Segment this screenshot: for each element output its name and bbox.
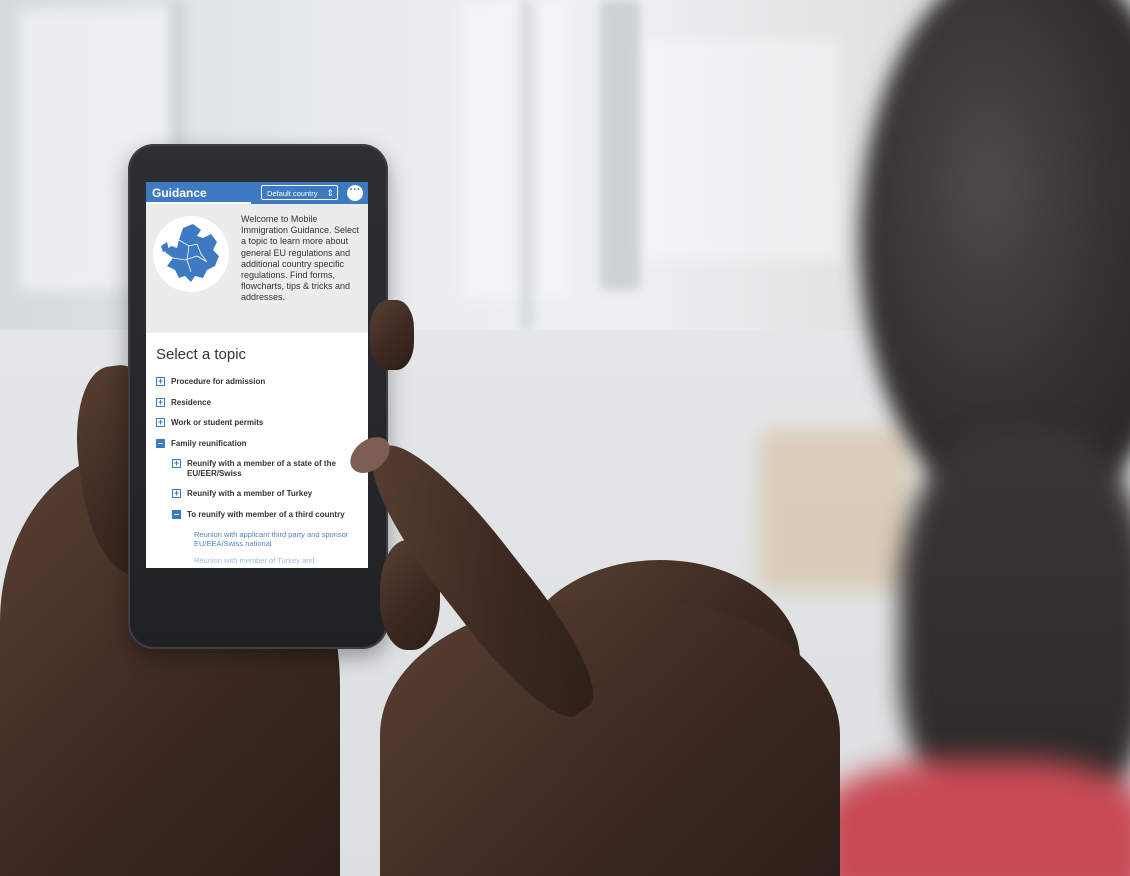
plus-box-icon: + — [156, 396, 165, 407]
phone-screen: Guidance Default country ⇕ ··· Welcome t… — [146, 182, 368, 568]
topic-work-student-permits[interactable]: + Work or student permits — [156, 418, 358, 428]
topic-label: Procedure for admission — [171, 377, 266, 386]
subtopic-label: Reunify with a member of Turkey — [187, 489, 313, 498]
window-frame — [600, 0, 640, 290]
link-reunion-turkey[interactable]: Reunion with member of Turkey and — [194, 556, 358, 565]
europe-map-icon — [153, 216, 229, 292]
country-select[interactable]: Default country ⇕ — [261, 185, 338, 200]
furniture-blur — [760, 430, 910, 590]
chevron-updown-icon: ⇕ — [326, 188, 334, 198]
plus-box-icon: + — [172, 488, 181, 498]
right-hand — [380, 600, 840, 876]
plus-box-icon: + — [156, 376, 165, 386]
minus-box-icon: – — [156, 437, 165, 448]
link-reunion-eu-national[interactable]: Reunion with applicant third party and s… — [194, 530, 358, 548]
topic-label: Work or student permits — [171, 418, 264, 427]
app-bar: Guidance Default country ⇕ ··· — [146, 182, 368, 204]
tab-guidance[interactable]: Guidance — [146, 182, 251, 204]
welcome-panel: Welcome to Mobile Immigration Guidance. … — [146, 204, 368, 333]
window-blur — [460, 0, 570, 300]
minus-box-icon: – — [172, 508, 181, 519]
subtopic-label: Reunify with a member of a state of the … — [187, 459, 336, 478]
subtopic-third-country[interactable]: – To reunify with member of a third coun… — [172, 508, 358, 520]
welcome-text: Welcome to Mobile Immigration Guidance. … — [241, 214, 360, 303]
topic-procedure-admission[interactable]: + Procedure for admission — [156, 377, 358, 387]
subtopic-label: To reunify with member of a third countr… — [187, 509, 345, 519]
topic-residence[interactable]: + Residence — [156, 396, 358, 408]
left-finger-top — [370, 300, 414, 370]
topic-label: Family reunification — [171, 438, 247, 448]
plus-box-icon: + — [172, 458, 181, 468]
window-blur — [640, 40, 840, 260]
topic-family-reunification[interactable]: – Family reunification — [156, 437, 358, 449]
subtopic-eu-eer-swiss[interactable]: + Reunify with a member of a state of th… — [172, 459, 358, 478]
person-shirt — [820, 760, 1130, 876]
window-frame — [520, 0, 534, 330]
topic-label: Residence — [171, 397, 212, 407]
plus-box-icon: + — [156, 417, 165, 427]
more-options-icon[interactable]: ··· — [347, 185, 363, 201]
country-select-value: Default country — [267, 189, 318, 198]
topic-list: Select a topic + Procedure for admission… — [146, 333, 368, 565]
topics-heading: Select a topic — [156, 346, 247, 363]
subtopic-turkey[interactable]: + Reunify with a member of Turkey — [172, 489, 358, 499]
